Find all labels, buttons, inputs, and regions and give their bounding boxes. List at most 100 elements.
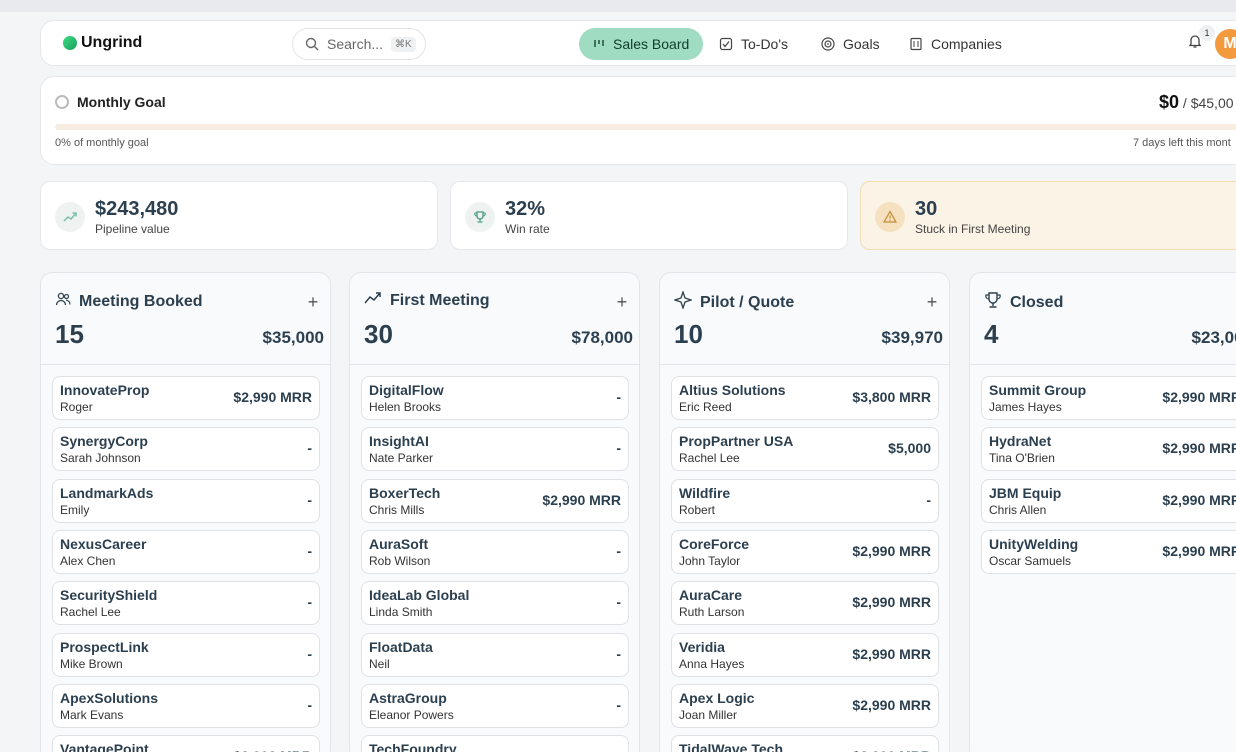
avatar[interactable]: M <box>1215 29 1236 59</box>
goal-amount: $0 / $45,00 <box>1159 92 1234 113</box>
deal-company: Altius Solutions <box>679 382 786 398</box>
goal-percent: 0% of monthly goal <box>55 137 149 149</box>
search-shortcut: ⌘K <box>391 36 416 52</box>
deal-company: VantagePoint <box>60 741 149 752</box>
app-logo[interactable]: Ungrind <box>63 34 142 52</box>
deal-card[interactable]: TechFoundry <box>361 735 629 752</box>
deal-company: Wildfire <box>679 484 731 501</box>
deal-value: - <box>926 491 931 508</box>
column-total: $23,000 <box>1191 328 1236 347</box>
column-header: Closed +4 $23,000 <box>970 273 1236 365</box>
deal-company: FloatData <box>369 638 433 655</box>
deal-contact: Nate Parker <box>369 451 434 466</box>
add-deal-button[interactable]: + <box>921 291 943 313</box>
deal-card[interactable]: ApexSolutions Mark Evans - <box>52 683 320 728</box>
deal-value: $2,990 MRR <box>233 748 312 752</box>
deal-card[interactable]: SecurityShield Rachel Lee - <box>52 581 320 626</box>
deal-card[interactable]: TidalWave Tech $2,990 MRR <box>671 735 939 752</box>
deal-card[interactable]: JBM Equip Chris Allen $2,990 MRR <box>981 478 1236 523</box>
column-count: 10 <box>674 319 703 349</box>
pipeline-column: First Meeting +30 $78,000 DigitalFlow Helen … <box>349 272 640 752</box>
goal-separator: / <box>1182 95 1187 111</box>
deal-card[interactable]: Altius Solutions Eric Reed $3,800 MRR <box>671 376 939 420</box>
tab-todos[interactable]: To-Do's <box>705 28 802 60</box>
deal-card[interactable]: SynergyCorp Sarah Johnson - <box>52 427 320 472</box>
deal-value: - <box>307 542 312 559</box>
deal-contact: Chris Allen <box>989 502 1047 517</box>
stat-stuck-deals[interactable]: 30 Stuck in First Meeting <box>860 181 1236 250</box>
deal-card[interactable]: AuraSoft Rob Wilson - <box>361 529 629 574</box>
deal-card[interactable]: DigitalFlow Helen Brooks - <box>361 376 629 420</box>
column-header: First Meeting +30 $78,000 <box>350 273 639 365</box>
deal-company: SynergyCorp <box>60 433 148 450</box>
deal-company: Veridia <box>679 638 725 655</box>
deal-card[interactable]: Apex Logic Joan Miller $2,990 MRR <box>671 683 939 728</box>
deal-company: Apex Logic <box>679 689 755 706</box>
deal-value: - <box>616 696 621 713</box>
deal-value: - <box>307 645 312 662</box>
deal-company: AstraGroup <box>369 689 447 706</box>
pipeline-column: Closed +4 $23,000 Summit Group James Hayes $2… <box>969 272 1236 752</box>
trend-icon <box>55 202 85 232</box>
add-deal-button[interactable]: + <box>611 291 633 313</box>
deal-contact: Joan Miller <box>679 707 738 722</box>
goal-target-icon <box>55 95 69 109</box>
column-title-text: Pilot / Quote <box>700 293 795 311</box>
add-deal-button[interactable]: + <box>302 291 324 313</box>
deal-value: - <box>307 696 312 713</box>
stat-label: Stuck in First Meeting <box>915 222 1031 236</box>
window-top-strip <box>0 0 1236 12</box>
deal-company: CoreForce <box>679 535 750 552</box>
deal-card[interactable]: InsightAI Nate Parker - <box>361 427 629 472</box>
deal-card[interactable]: CoreForce John Taylor $2,990 MRR <box>671 529 939 574</box>
deal-card[interactable]: Summit Group James Hayes $2,990 MRR <box>981 376 1236 420</box>
column-total: $78,000 <box>571 328 633 347</box>
tab-companies[interactable]: Companies <box>895 28 1016 60</box>
deal-card[interactable]: BoxerTech Chris Mills $2,990 MRR <box>361 478 629 523</box>
deal-company: IdeaLab Global <box>369 587 470 604</box>
deal-card[interactable]: InnovateProp Roger $2,990 MRR <box>52 376 320 420</box>
deal-card[interactable]: NexusCareer Alex Chen - <box>52 529 320 574</box>
column-title-text: Closed <box>1010 293 1064 311</box>
search-input[interactable]: Search... ⌘K <box>292 28 426 60</box>
deal-card[interactable]: AstraGroup Eleanor Powers - <box>361 683 629 728</box>
deal-company: UnityWelding <box>989 535 1079 552</box>
deal-card[interactable]: AuraCare Ruth Larson $2,990 MRR <box>671 581 939 626</box>
deal-card[interactable]: ProspectLink Mike Brown - <box>52 632 320 677</box>
deal-card[interactable]: IdeaLab Global Linda Smith - <box>361 581 629 626</box>
deal-card[interactable]: LandmarkAds Emily - <box>52 478 320 523</box>
deal-card[interactable]: PropPartner USA Rachel Lee $5,000 <box>671 427 939 472</box>
deal-contact: Rachel Lee <box>679 451 740 466</box>
deal-value: $2,990 MRR <box>852 594 931 611</box>
deal-card[interactable]: VantagePoint $2,990 MRR <box>52 735 320 752</box>
column-title-text: Meeting Booked <box>79 292 203 310</box>
deal-card[interactable]: HydraNet Tina O'Brien $2,990 MRR <box>981 427 1236 472</box>
deal-card[interactable]: UnityWelding Oscar Samuels $2,990 MRR <box>981 529 1236 574</box>
deal-value: - <box>616 645 621 662</box>
deal-contact: Rob Wilson <box>369 553 431 568</box>
deal-card[interactable]: Wildfire Robert - <box>671 478 939 523</box>
deal-card[interactable]: FloatData Neil - <box>361 632 629 677</box>
add-deal-button[interactable]: + <box>1231 291 1236 313</box>
deal-card[interactable]: Veridia Anna Hayes $2,990 MRR <box>671 632 939 677</box>
tab-sales-board[interactable]: Sales Board <box>579 28 704 60</box>
goal-title-text: Monthly Goal <box>77 94 166 110</box>
deal-company: NexusCareer <box>60 535 147 552</box>
sparkle-icon <box>672 289 694 314</box>
column-title: Pilot / Quote <box>672 289 795 314</box>
column-title: Closed <box>984 291 1063 314</box>
deal-value: $2,990 MRR <box>852 645 931 662</box>
deal-value: - <box>307 491 312 508</box>
deal-company: TidalWave Tech <box>679 741 783 752</box>
deal-contact: John Taylor <box>679 553 741 568</box>
deal-company: HydraNet <box>989 433 1052 450</box>
deal-contact: Anna Hayes <box>679 656 745 671</box>
deal-contact: Mark Evans <box>60 707 124 722</box>
pipeline-column: Pilot / Quote +10 $39,970 Altius Solutions E… <box>659 272 950 752</box>
deal-company: LandmarkAds <box>60 484 154 501</box>
column-total: $35,000 <box>262 328 324 347</box>
deal-company: InnovateProp <box>60 382 150 398</box>
tab-goals[interactable]: Goals <box>807 28 894 60</box>
checkbox-icon <box>719 37 733 51</box>
deal-company: DigitalFlow <box>369 382 444 398</box>
